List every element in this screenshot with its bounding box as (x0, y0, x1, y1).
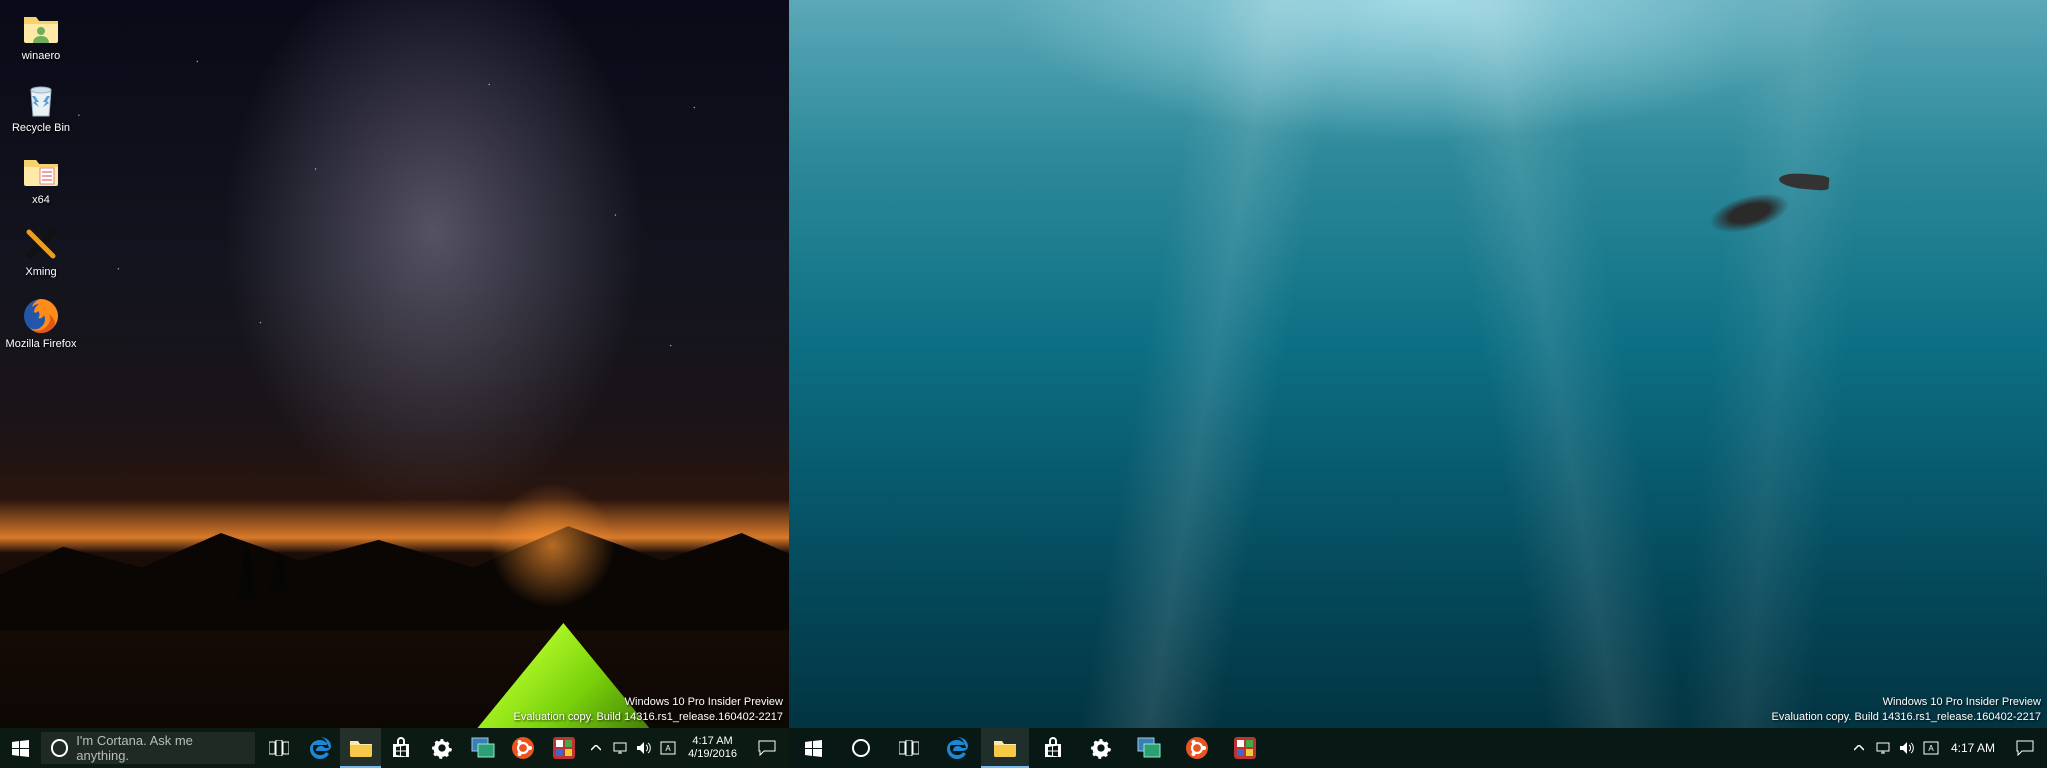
windows-watermark: Windows 10 Pro Insider Preview Evaluatio… (514, 695, 784, 724)
folder-icon (993, 738, 1017, 758)
tray-overflow[interactable] (1847, 728, 1871, 768)
ubuntu-icon (511, 736, 535, 760)
cortana-placeholder: I'm Cortana. Ask me anything. (76, 733, 245, 763)
wallpaper-night-camp (0, 0, 789, 768)
taskbar-store[interactable] (381, 728, 422, 768)
desktop-icon-xming[interactable]: Xming (4, 220, 78, 290)
taskbar-file-explorer[interactable] (981, 728, 1029, 768)
taskbar-edge[interactable] (933, 728, 981, 768)
svg-text:A: A (665, 744, 671, 753)
chevron-up-icon (591, 745, 601, 751)
windows-watermark: Windows 10 Pro Insider Preview Evaluatio… (1772, 695, 2042, 724)
xming-icon (21, 224, 61, 264)
watermark-line1: Windows 10 Pro Insider Preview (1772, 695, 2042, 709)
wallpaper-underwater (789, 0, 2047, 768)
watermark-line2: Evaluation copy. Build 14316.rs1_release… (514, 710, 784, 724)
system-tray: A 4:17 AM 4/19/2016 (584, 728, 789, 768)
taskbar-settings[interactable] (422, 728, 463, 768)
desktop-icon-label: Mozilla Firefox (6, 338, 77, 350)
hyperv-icon (471, 737, 495, 759)
notification-icon (758, 740, 776, 756)
desktop-icon-label: Xming (25, 266, 56, 278)
taskbar: A 4:17 AM (789, 728, 2047, 768)
notification-icon (2016, 740, 2034, 756)
edge-icon (307, 735, 333, 761)
ime-icon: A (660, 741, 676, 755)
svg-text:A: A (1928, 744, 1934, 753)
desktop-icon-winaero[interactable]: winaero (4, 4, 78, 74)
volume-icon (1899, 741, 1915, 755)
folder-icon (349, 738, 373, 758)
watermark-line2: Evaluation copy. Build 14316.rs1_release… (1772, 710, 2042, 724)
desktop-icon-label: Recycle Bin (12, 122, 70, 134)
taskbar-file-explorer[interactable] (340, 728, 381, 768)
clock-time: 4:17 AM (688, 735, 737, 748)
cortana-ring-icon (852, 739, 870, 757)
store-icon (1041, 737, 1065, 759)
taskbar-store[interactable] (1029, 728, 1077, 768)
task-view-icon (269, 740, 289, 756)
watermark-line1: Windows 10 Pro Insider Preview (514, 695, 784, 709)
network-icon (612, 741, 628, 755)
hyperv-icon (1137, 737, 1161, 759)
gear-icon (431, 737, 453, 759)
desktop-icon-recycle-bin[interactable]: Recycle Bin (4, 76, 78, 146)
network-icon (1875, 741, 1891, 755)
cortana-ring-icon (51, 739, 69, 757)
task-view-button[interactable] (259, 728, 300, 768)
volume-icon (636, 741, 652, 755)
taskbar-hyperv[interactable] (1125, 728, 1173, 768)
taskbar-hyperv[interactable] (462, 728, 503, 768)
taskbar-clock[interactable]: 4:17 AM (1943, 741, 2003, 755)
gear-icon (1090, 737, 1112, 759)
tray-volume[interactable] (1895, 728, 1919, 768)
desktop-monitor-2[interactable]: Windows 10 Pro Insider Preview Evaluatio… (789, 0, 2047, 768)
desktop-icon-x64[interactable]: x64 (4, 148, 78, 218)
chevron-up-icon (1854, 745, 1864, 751)
taskbar-gpick[interactable] (543, 728, 584, 768)
tray-network[interactable] (608, 728, 632, 768)
tray-network[interactable] (1871, 728, 1895, 768)
store-icon (389, 737, 413, 759)
tray-volume[interactable] (632, 728, 656, 768)
tray-overflow[interactable] (584, 728, 608, 768)
taskbar-ubuntu[interactable] (503, 728, 544, 768)
action-center-button[interactable] (2003, 728, 2047, 768)
edge-icon (944, 735, 970, 761)
color-picker-icon (553, 737, 575, 759)
desktop-monitor-1[interactable]: winaero Recycle Bin x64 Xming Mozilla Fi… (0, 0, 789, 768)
desktop-icon-firefox[interactable]: Mozilla Firefox (4, 292, 78, 362)
ubuntu-icon (1185, 736, 1209, 760)
firefox-icon (21, 296, 61, 336)
folder-icon (21, 152, 61, 192)
clock-time: 4:17 AM (1951, 741, 1995, 755)
windows-logo-icon (805, 740, 822, 757)
start-button[interactable] (789, 728, 837, 768)
taskbar-settings[interactable] (1077, 728, 1125, 768)
start-button[interactable] (0, 728, 41, 768)
cortana-search[interactable]: I'm Cortana. Ask me anything. (41, 732, 256, 764)
tray-ime[interactable]: A (1919, 728, 1943, 768)
desktop-icon-label: winaero (22, 50, 61, 62)
desktop-icon-label: x64 (32, 194, 50, 206)
taskbar-edge[interactable] (300, 728, 341, 768)
task-view-icon (899, 740, 919, 756)
taskbar-ubuntu[interactable] (1173, 728, 1221, 768)
ime-icon: A (1923, 741, 1939, 755)
system-tray: A 4:17 AM (1847, 728, 2047, 768)
folder-user-icon (21, 8, 61, 48)
clock-date: 4/19/2016 (688, 748, 737, 761)
taskbar: I'm Cortana. Ask me anything. (0, 728, 789, 768)
windows-logo-icon (12, 740, 29, 757)
tray-ime[interactable]: A (656, 728, 680, 768)
task-view-button[interactable] (885, 728, 933, 768)
color-picker-icon (1234, 737, 1256, 759)
recycle-bin-icon (21, 80, 61, 120)
desktop-icons: winaero Recycle Bin x64 Xming Mozilla Fi… (4, 4, 84, 364)
cortana-button[interactable] (837, 728, 885, 768)
action-center-button[interactable] (745, 728, 789, 768)
taskbar-clock[interactable]: 4:17 AM 4/19/2016 (680, 735, 745, 760)
taskbar-gpick[interactable] (1221, 728, 1269, 768)
